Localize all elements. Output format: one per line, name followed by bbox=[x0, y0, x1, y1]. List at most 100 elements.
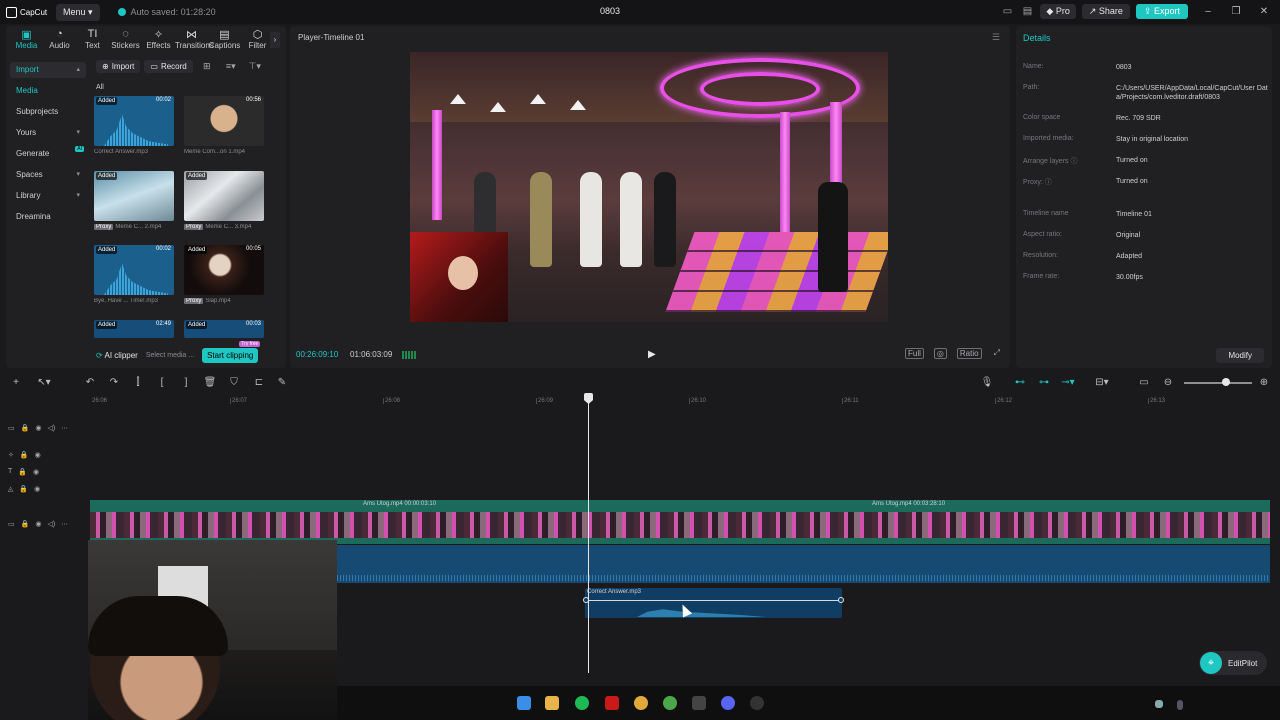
zoom-slider[interactable] bbox=[1184, 382, 1252, 384]
sidebar-item-yours[interactable]: Yours ▾ bbox=[10, 125, 86, 141]
import-button[interactable]: ⊕ Import bbox=[96, 60, 141, 73]
sidebar-item-library[interactable]: Library ▾ bbox=[10, 188, 86, 204]
modify-button[interactable]: Modify bbox=[1216, 348, 1264, 363]
zoom-out-icon[interactable]: ⊖ bbox=[1161, 377, 1175, 388]
tab-text[interactable]: TI Text bbox=[76, 28, 109, 54]
tab-captions[interactable]: ▤ Captions bbox=[208, 28, 241, 54]
play-icon[interactable]: ▶ bbox=[648, 349, 656, 360]
lock-icon[interactable]: 🔒 bbox=[18, 468, 27, 476]
fullscreen-icon[interactable]: ⤢ bbox=[992, 348, 1002, 359]
full-quality-button[interactable]: Full bbox=[905, 348, 924, 359]
volume-line[interactable] bbox=[587, 600, 840, 601]
redo-icon[interactable]: ↷ bbox=[107, 377, 121, 388]
sidebar-item-subprojects[interactable]: Subprojects bbox=[10, 104, 86, 120]
marker-icon[interactable]: ⛉ bbox=[227, 377, 241, 388]
zoom-in-icon[interactable]: ⊕ bbox=[1257, 377, 1271, 388]
media-card[interactable]: Added 00:02 Bye, Have ... Time!.mp3 bbox=[94, 245, 174, 304]
tab-stickers[interactable]: ◌ Stickers bbox=[109, 28, 142, 54]
browser-icon[interactable] bbox=[663, 696, 677, 710]
windows-start-icon[interactable] bbox=[517, 696, 531, 710]
grid-view-icon[interactable]: ⊞ bbox=[197, 61, 217, 72]
media-card[interactable]: Added 00:05 Proxy Slap.mp4 bbox=[184, 245, 264, 304]
link-clips-icon[interactable]: ⊷ bbox=[1013, 377, 1027, 388]
sort-icon[interactable]: ≡▾ bbox=[221, 61, 241, 72]
sidebar-item-import[interactable]: Import ▴ bbox=[10, 62, 86, 78]
restore-icon[interactable]: ❐ bbox=[1228, 6, 1244, 17]
info-icon[interactable]: ⓘ bbox=[1070, 158, 1077, 165]
delete-icon[interactable]: 🗑 bbox=[203, 377, 217, 388]
export-button[interactable]: ⇪ Export bbox=[1135, 4, 1188, 19]
eye-icon[interactable]: ◉ bbox=[34, 485, 40, 493]
video-preview[interactable] bbox=[410, 52, 888, 322]
share-button[interactable]: ↗ Share bbox=[1081, 4, 1130, 19]
sidebar-item-spaces[interactable]: Spaces ▾ bbox=[10, 167, 86, 183]
media-card[interactable]: Added 02:49 bbox=[94, 320, 174, 338]
file-explorer-icon[interactable] bbox=[545, 696, 559, 710]
netflix-icon[interactable] bbox=[605, 696, 619, 710]
more-icon[interactable]: ⋯ bbox=[61, 520, 68, 528]
select-tool-icon[interactable]: ↖▾ bbox=[37, 377, 51, 388]
video-clip-frames[interactable] bbox=[90, 512, 1270, 538]
shortcuts-icon[interactable]: ▤ bbox=[1020, 5, 1034, 19]
lock-icon[interactable]: 🔒 bbox=[21, 424, 30, 432]
minimize-icon[interactable]: – bbox=[1200, 6, 1216, 17]
all-label[interactable]: All bbox=[96, 84, 104, 91]
obs-icon[interactable] bbox=[750, 696, 764, 710]
spotify-icon[interactable] bbox=[575, 696, 589, 710]
media-card[interactable]: Added 00:03 bbox=[184, 320, 264, 338]
timeline-ruler[interactable]: 26:06 26:07 26:08 26:09 26:10 26:11 26:1… bbox=[90, 394, 1280, 408]
player-menu-icon[interactable]: ☰ bbox=[992, 32, 1000, 43]
lock-icon[interactable]: 🔒 bbox=[20, 451, 29, 459]
media-card[interactable]: Added 00:02 Correct Answer.mp3 bbox=[94, 96, 174, 155]
record-button[interactable]: ▭ Record bbox=[144, 60, 193, 73]
crop-icon[interactable]: ⊏ bbox=[252, 377, 266, 388]
sidebar-item-generate[interactable]: Generate AI bbox=[10, 146, 86, 162]
snapshot-icon[interactable]: ◎ bbox=[933, 348, 947, 359]
chrome-icon[interactable] bbox=[634, 696, 648, 710]
menu-button[interactable]: Menu ▾ bbox=[56, 3, 100, 21]
playhead[interactable] bbox=[588, 393, 589, 673]
tab-transitions[interactable]: ⋈ Transitions bbox=[175, 28, 214, 54]
media-card[interactable]: Added Proxy Meme C... 2.mp4 bbox=[94, 171, 174, 230]
eye-icon[interactable]: ◉ bbox=[35, 451, 41, 459]
sidebar-item-dreamina[interactable]: Dreamina bbox=[10, 209, 86, 225]
eye-icon[interactable]: ◉ bbox=[35, 424, 41, 432]
start-clipping-button[interactable]: Start clipping Try free bbox=[202, 341, 261, 363]
discord-icon[interactable] bbox=[721, 696, 735, 710]
volume-icon[interactable]: ◁) bbox=[47, 520, 55, 528]
pen-icon[interactable]: ✎ bbox=[275, 377, 289, 388]
tab-audio[interactable]: ◔ Audio bbox=[43, 28, 76, 54]
lock-icon[interactable]: 🔒 bbox=[19, 485, 28, 493]
lock-icon[interactable]: 🔒 bbox=[21, 520, 30, 528]
fit-icon[interactable]: ▭ bbox=[1137, 377, 1151, 388]
magnet-icon[interactable]: ⊸▾ bbox=[1061, 377, 1075, 388]
ratio-button[interactable]: Ratio bbox=[956, 348, 982, 359]
sidebar-item-media[interactable]: Media bbox=[10, 83, 86, 99]
microphone-icon[interactable]: 🎙 bbox=[980, 377, 994, 388]
undo-icon[interactable]: ↶ bbox=[83, 377, 97, 388]
eye-icon[interactable]: ◉ bbox=[33, 468, 39, 476]
media-card[interactable]: 00:56 Meme Com...on 1.mp4 bbox=[184, 96, 264, 155]
info-icon[interactable]: ⓘ bbox=[1045, 179, 1052, 186]
track-cover-icon[interactable]: ▭ bbox=[8, 424, 15, 432]
capcut-taskbar-icon[interactable] bbox=[692, 696, 706, 710]
split-icon[interactable]: ⫿ bbox=[131, 377, 145, 388]
filter-sort-icon[interactable]: ⊤▾ bbox=[245, 61, 265, 72]
snap-icon[interactable]: ⊶ bbox=[1037, 377, 1051, 388]
more-icon[interactable]: ⋯ bbox=[61, 424, 68, 432]
layout-icon[interactable]: ▭ bbox=[1000, 5, 1014, 19]
media-card[interactable]: Added Proxy Meme C... 3.mp4 bbox=[184, 171, 264, 230]
main-audio-waveform[interactable] bbox=[337, 545, 1270, 583]
tab-media[interactable]: ▣ Media bbox=[10, 28, 43, 54]
tray-icon[interactable] bbox=[1155, 700, 1163, 708]
pro-button[interactable]: ◆ Pro bbox=[1040, 4, 1076, 19]
volume-icon[interactable]: ◁) bbox=[47, 424, 55, 432]
close-icon[interactable]: ✕ bbox=[1256, 6, 1272, 17]
tab-effects[interactable]: ✧ Effects bbox=[142, 28, 175, 54]
keyframe-handle[interactable] bbox=[838, 597, 844, 603]
track-cover-icon[interactable]: ▭ bbox=[8, 520, 15, 528]
mic-tray-icon[interactable] bbox=[1177, 700, 1183, 710]
zoom-slider-handle[interactable] bbox=[1222, 378, 1230, 386]
editpilot-button[interactable]: ⌖ EditPilot bbox=[1199, 651, 1268, 675]
eye-icon[interactable]: ◉ bbox=[35, 520, 41, 528]
